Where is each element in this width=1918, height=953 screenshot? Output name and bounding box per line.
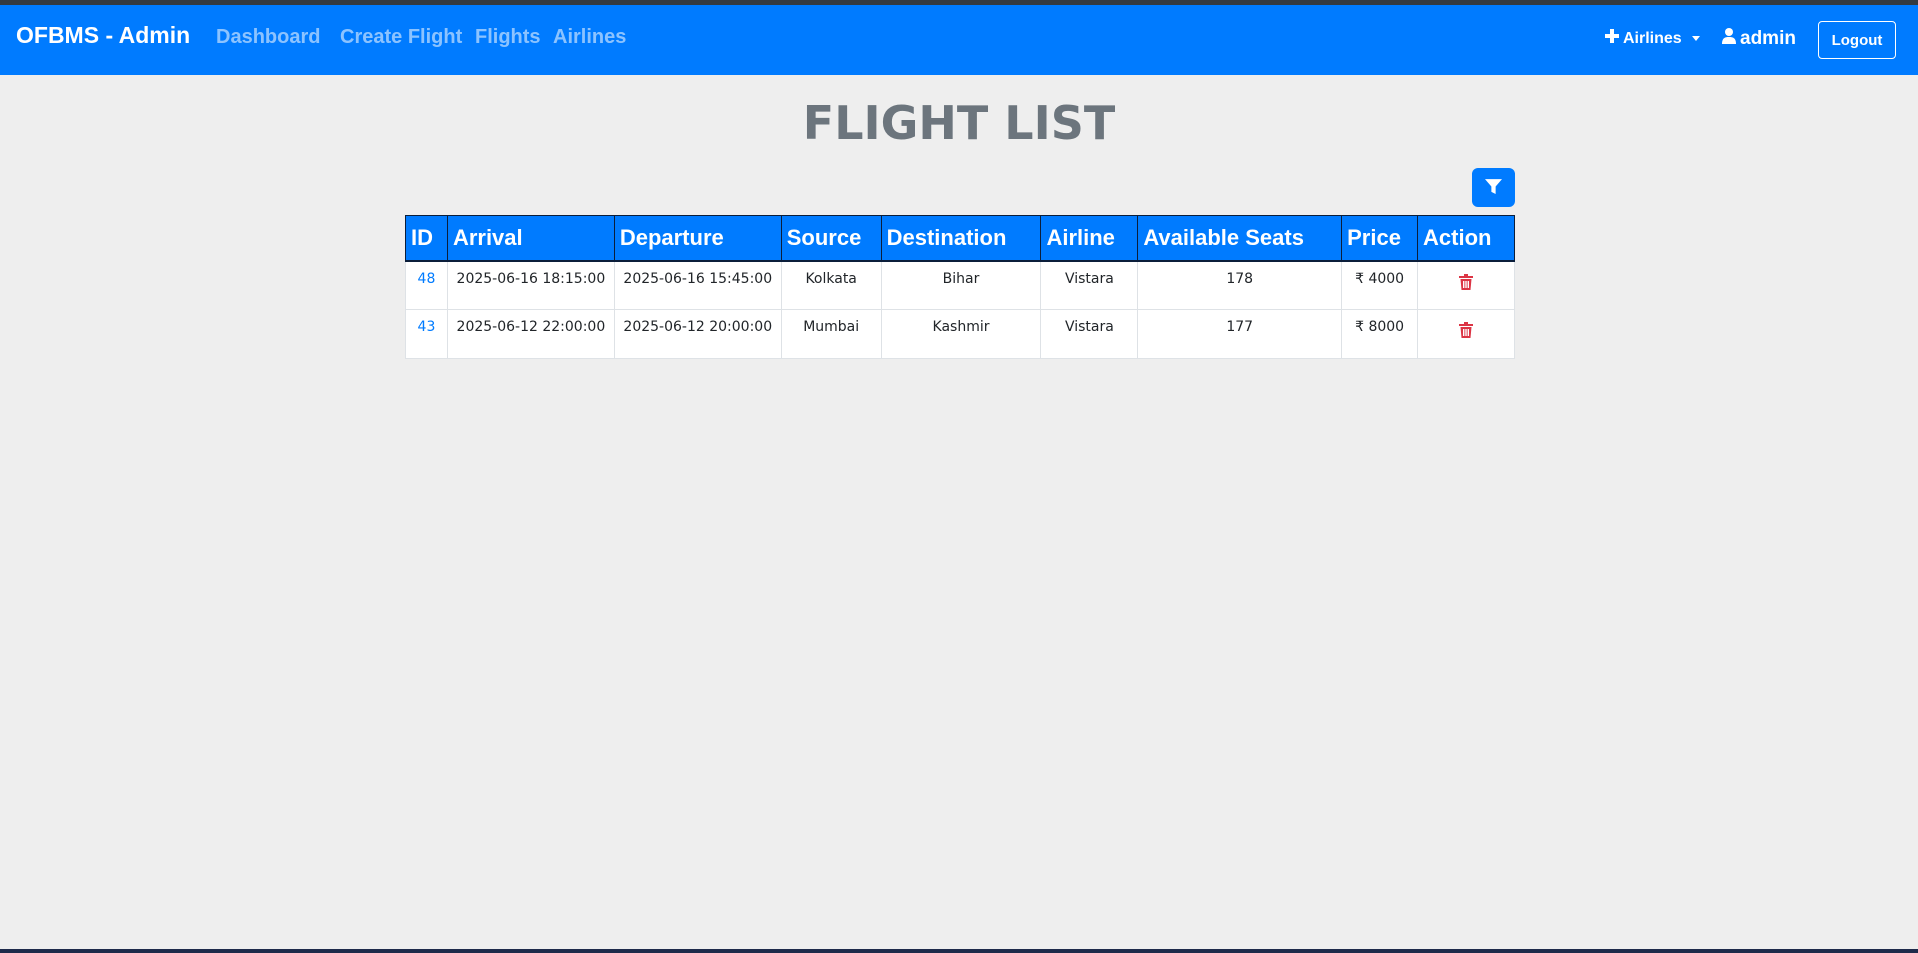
arrival-cell: 2025-06-16 18:15:00 [446,260,615,310]
table-row: 48 2025-06-16 18:15:00 2025-06-16 15:45:… [405,260,1515,310]
user-icon [1722,28,1736,50]
source-cell: Mumbai [780,309,882,359]
airlines-dropdown-label: Airlines [1623,29,1682,47]
destination-cell: Bihar [880,260,1042,310]
nav-link-airlines[interactable]: Airlines [553,26,626,49]
column-header-departure: Departure [613,215,782,262]
page-title: FLIGHT LIST [802,96,1116,150]
flights-table: ID Arrival Departure Source Destination … [405,215,1515,359]
flight-id-link[interactable]: 43 [418,319,436,335]
airlines-dropdown[interactable]: Airlines [1605,29,1700,48]
column-header-price: Price [1341,215,1419,262]
navbar-brand[interactable]: OFBMS - Admin [16,22,190,49]
nav-link-flights[interactable]: Flights [475,26,541,49]
filter-button[interactable] [1472,168,1515,207]
price-value: 4000 [1368,270,1405,287]
rupee-icon: ₹ [1355,270,1364,287]
rupee-icon: ₹ [1355,319,1364,335]
available-seats-cell: 177 [1137,309,1343,359]
flight-id-cell: 48 [405,260,448,310]
price-cell: ₹ 4000 [1341,260,1419,310]
column-header-arrival: Arrival [446,215,615,262]
airline-cell: Vistara [1040,260,1139,310]
caret-down-icon [1691,36,1700,41]
user-name: admin [1740,28,1796,49]
column-header-destination: Destination [880,215,1042,262]
action-cell [1417,309,1515,359]
departure-cell: 2025-06-12 20:00:00 [613,309,782,359]
available-seats-cell: 178 [1137,260,1343,310]
column-header-available-seats: Available Seats [1137,215,1343,262]
nav-link-create-flight[interactable]: Create Flight [340,26,462,49]
column-header-id: ID [405,215,448,262]
price-cell: ₹ 8000 [1341,309,1419,359]
trash-icon [1459,273,1474,294]
trash-icon [1459,322,1474,342]
window-bottom-edge [0,949,1918,953]
departure-cell: 2025-06-16 15:45:00 [613,260,782,310]
user-menu[interactable]: admin [1722,28,1796,50]
plus-icon [1605,29,1619,48]
delete-flight-button[interactable] [1459,273,1474,294]
price-value: 8000 [1368,319,1405,335]
airline-cell: Vistara [1040,309,1139,359]
action-cell [1417,260,1515,310]
column-header-source: Source [780,215,882,262]
delete-flight-button[interactable] [1459,322,1474,342]
source-cell: Kolkata [780,260,882,310]
flight-id-link[interactable]: 48 [418,271,436,287]
navbar: OFBMS - Admin Dashboard Create Flight Fl… [0,5,1918,75]
table-row: 43 2025-06-12 22:00:00 2025-06-12 20:00:… [405,309,1515,359]
filter-icon [1485,178,1502,198]
nav-link-dashboard[interactable]: Dashboard [216,26,320,49]
flight-id-cell: 43 [405,309,448,359]
arrival-cell: 2025-06-12 22:00:00 [446,309,615,359]
column-header-airline: Airline [1040,215,1139,262]
logout-button[interactable]: Logout [1818,21,1896,59]
column-header-action: Action [1417,215,1515,262]
destination-cell: Kashmir [880,309,1042,359]
table-header-row: ID Arrival Departure Source Destination … [405,215,1515,262]
